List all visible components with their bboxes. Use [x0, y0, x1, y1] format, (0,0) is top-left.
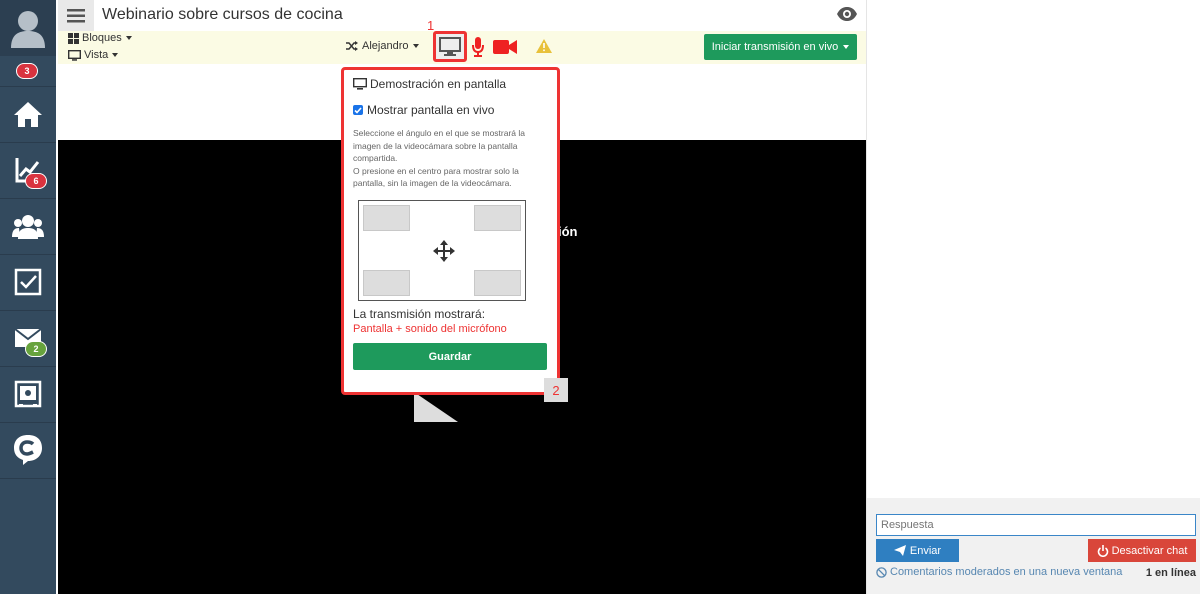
result-label: La transmisión mostrará: [353, 307, 486, 321]
disable-chat-button[interactable]: Desactivar chat [1088, 539, 1196, 562]
blocks-dropdown[interactable]: Bloques [68, 32, 132, 44]
caret-down-icon [413, 44, 420, 48]
hamburger-menu-button[interactable] [58, 0, 94, 31]
blocks-label: Bloques [82, 32, 122, 44]
paper-plane-icon [893, 545, 906, 556]
chat-footer: Enviar Desactivar chat Comentarios moder… [867, 498, 1200, 594]
position-bottom-left[interactable] [363, 270, 410, 296]
menu-icon [67, 8, 85, 22]
shuffle-icon [346, 41, 358, 51]
monitor-icon [439, 36, 461, 56]
mic-graphic [472, 37, 484, 57]
visibility-icon [837, 7, 857, 21]
mail-icon[interactable] [0, 310, 56, 366]
monitor-small-icon [353, 78, 367, 90]
top-bar: Webinario sobre cursos de cocina [58, 0, 866, 31]
popup-heading-text: Demostración en pantalla [370, 77, 507, 91]
broadcast-toolbar: Bloques Vista Alejandro 1 Iniciar transm… [58, 18, 866, 64]
screen-share-button[interactable] [433, 31, 467, 62]
show-live-checkbox[interactable] [353, 105, 363, 115]
show-live-checkbox-row[interactable]: Mostrar pantalla en vivo [353, 102, 548, 118]
send-button[interactable]: Enviar [876, 539, 959, 562]
camera-icon[interactable] [493, 40, 517, 59]
page-title: Webinario sobre cursos de cocina [102, 6, 343, 23]
position-bottom-right[interactable] [474, 270, 521, 296]
user-avatar[interactable] [0, 0, 56, 56]
moderated-comments-link[interactable]: Comentarios moderados en una nueva venta… [876, 566, 1122, 578]
checkmark-icon [354, 106, 362, 114]
home-icon[interactable] [0, 86, 56, 142]
notifications-badge[interactable]: 3 [16, 63, 38, 79]
warning-triangle-icon [536, 39, 552, 53]
position-top-left[interactable] [363, 205, 410, 231]
left-sidebar: 3 6 2 [0, 0, 56, 594]
start-live-label: Iniciar transmisión en vivo [711, 41, 839, 53]
save-button[interactable]: Guardar [353, 343, 547, 370]
popup-description-2: O presione en el centro para mostrar sol… [353, 165, 519, 189]
position-top-right[interactable] [474, 205, 521, 231]
arrows-move-icon [433, 240, 455, 262]
view-dropdown[interactable]: Vista [68, 49, 119, 61]
safe-icon[interactable] [0, 366, 56, 422]
show-live-label: Mostrar pantalla en vivo [367, 103, 495, 117]
warning-icon[interactable] [536, 39, 552, 58]
ban-icon [876, 566, 887, 578]
caret-down-icon [125, 36, 132, 40]
speech-bubble-logo-icon [14, 435, 42, 465]
popup-description: Seleccione el ángulo en el que se mostra… [353, 127, 548, 190]
send-label: Enviar [909, 544, 942, 557]
caret-down-icon [112, 53, 119, 57]
reply-input[interactable] [876, 514, 1196, 536]
screen-share-popup: Demostración en pantalla Mostrar pantall… [341, 67, 560, 395]
stats-badge[interactable]: 6 [25, 173, 47, 189]
stats-icon[interactable] [0, 142, 56, 198]
messages-badge[interactable]: 2 [25, 341, 47, 357]
moderated-link-label: Comentarios moderados en una nueva venta… [890, 566, 1123, 578]
user-avatar-icon [11, 11, 45, 48]
caret-down-icon [843, 45, 850, 49]
view-label: Vista [84, 49, 109, 61]
start-live-button[interactable]: Iniciar transmisión en vivo [704, 34, 857, 60]
power-icon [1097, 544, 1108, 557]
grid-icon [68, 32, 79, 44]
tasks-icon[interactable] [0, 254, 56, 310]
marker-2: 2 [544, 378, 568, 402]
online-count: 1 en línea [1145, 567, 1196, 579]
video-camera-graphic [493, 40, 517, 54]
move-center-icon[interactable] [433, 240, 455, 267]
chat-logo-icon[interactable] [0, 422, 56, 478]
video-overlay-text: ión [558, 224, 578, 239]
camera-position-picker [358, 200, 526, 301]
presenter-name: Alejandro [362, 40, 409, 52]
play-triangle-icon[interactable] [414, 392, 458, 422]
popup-description-1: Seleccione el ángulo en el que se mostra… [353, 128, 525, 163]
chat-panel: Enviar Desactivar chat Comentarios moder… [866, 0, 1200, 594]
result-value: Pantalla + sonido del micrófono [353, 323, 507, 335]
home-icon-graphic [14, 102, 42, 127]
users-icon[interactable] [0, 198, 56, 254]
disable-chat-label: Desactivar chat [1111, 544, 1188, 557]
checkbox-icon [14, 268, 42, 296]
popup-heading: Demostración en pantalla [353, 76, 548, 92]
eye-icon[interactable] [836, 6, 858, 27]
microphone-icon[interactable] [472, 37, 484, 62]
monitor-small-icon [68, 49, 81, 61]
safe-box-icon [14, 380, 42, 408]
presenter-dropdown[interactable]: Alejandro [346, 40, 420, 52]
group-icon [12, 215, 44, 239]
